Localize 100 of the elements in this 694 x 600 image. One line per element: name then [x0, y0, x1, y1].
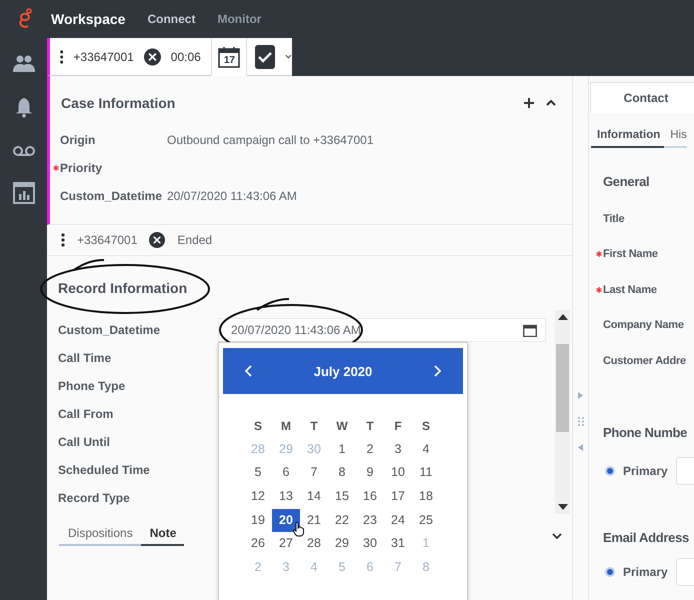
tab[interactable]: Information [591, 125, 664, 148]
hang-up-icon [149, 232, 166, 248]
calendar-day[interactable]: 1 [328, 438, 356, 461]
calendar-day[interactable]: 5 [244, 461, 272, 484]
field-label: Last Name [603, 284, 657, 296]
calendar-day[interactable]: 2 [356, 438, 384, 461]
field-label: Custom_Datetime [60, 189, 164, 203]
weekday-label: M [280, 418, 292, 435]
calendar-day[interactable]: 27 [272, 532, 300, 556]
calendar-day[interactable]: 28 [300, 532, 328, 556]
weekday-label: S [252, 418, 263, 435]
field-label: First Name [603, 248, 658, 260]
calendar-icon[interactable] [523, 324, 537, 336]
field-value: Outbound campaign call to +33647001 [167, 133, 374, 147]
calendar-day[interactable]: 23 [356, 508, 384, 532]
calendar-day[interactable]: 16 [356, 485, 384, 508]
calendar-day[interactable]: 10 [384, 461, 412, 484]
calendar-day[interactable]: 8 [328, 461, 356, 484]
calendar-day[interactable]: 14 [300, 485, 328, 508]
scrollbar[interactable] [555, 310, 570, 514]
calendar-day[interactable]: 25 [412, 508, 440, 532]
field-label: Title [603, 212, 624, 225]
calendar-day[interactable]: 11 [412, 461, 440, 484]
calendar-day[interactable]: 19 [244, 508, 272, 532]
phone-field[interactable] [676, 456, 694, 484]
scroll-down-icon[interactable] [558, 504, 568, 510]
caret-icon[interactable] [285, 54, 292, 59]
call-status: Ended [177, 233, 212, 247]
tab[interactable]: His [664, 125, 687, 148]
date-field[interactable]: 20/07/2020 11:43:06 AM [218, 318, 546, 342]
check-icon [258, 50, 272, 62]
field-label: Phone Type [58, 379, 126, 393]
calendar-day[interactable]: 3 [384, 438, 412, 461]
email-field[interactable] [676, 558, 694, 586]
logo-icon [17, 8, 33, 30]
calendar-day[interactable]: 31 [384, 532, 412, 556]
calendar-day[interactable]: 22 [328, 508, 356, 532]
month-title: July 2020 [314, 364, 372, 378]
field-label: Call Until [58, 435, 112, 449]
calendar-day[interactable]: 24 [384, 508, 412, 532]
calendar-day[interactable]: 13 [272, 485, 300, 508]
field-label: Company Name [603, 319, 684, 332]
nav-tab[interactable]: Connect [147, 12, 196, 26]
app-name: Workspace [51, 11, 126, 27]
calendar-day[interactable]: 29 [328, 532, 356, 556]
field-label: Call From [58, 407, 114, 421]
more-icon[interactable] [61, 233, 65, 247]
section-title: General [603, 174, 650, 189]
calendar-day[interactable]: 30 [356, 532, 384, 556]
field-label: Call Time [58, 351, 112, 365]
section-title: Record Information [58, 280, 188, 296]
report-icon[interactable] [12, 182, 34, 204]
field-label: Origin [60, 133, 96, 147]
previous-month-icon[interactable] [245, 365, 252, 377]
calendar-day[interactable]: 15 [328, 485, 356, 508]
scroll-up-icon[interactable] [558, 314, 568, 320]
add-icon[interactable] [524, 98, 534, 108]
contact-tab[interactable]: Contact [590, 82, 694, 113]
tab[interactable]: Note [140, 522, 184, 546]
call-number: +33647001 [73, 50, 134, 64]
nav-tab[interactable]: Monitor [217, 12, 262, 26]
tab[interactable]: Dispositions [59, 522, 141, 546]
done-button[interactable] [254, 44, 276, 68]
field-label: Customer Addre [603, 354, 686, 367]
schedule-button[interactable]: 17 [210, 38, 247, 76]
voicemail-icon[interactable] [12, 145, 36, 157]
chevron-down-icon[interactable] [552, 533, 562, 539]
calendar-icon [218, 46, 240, 68]
drag-handle-icon[interactable] [578, 417, 584, 426]
calendar-day[interactable]: 7 [300, 461, 328, 484]
radio-label: Primary [623, 564, 668, 578]
call-number: +33647001 [77, 233, 138, 247]
collapse-icon[interactable] [546, 100, 556, 106]
calendar-day[interactable]: 18 [412, 485, 440, 508]
section-title: Phone Numbe [603, 424, 688, 440]
calendar-day[interactable]: 4 [412, 438, 440, 461]
weekday-label: F [393, 418, 403, 435]
weekday-label: W [335, 418, 349, 435]
weekday-label: T [365, 418, 375, 435]
radio-label: Primary [623, 464, 668, 478]
weekday-label: S [420, 418, 431, 435]
next-month-icon[interactable] [434, 365, 441, 377]
field-label: Record Type [58, 491, 131, 505]
calendar-day[interactable]: 9 [356, 461, 384, 484]
more-icon[interactable] [60, 48, 64, 64]
hang-up-icon[interactable] [144, 46, 161, 66]
field-label: Custom_Datetime [58, 323, 162, 337]
field-value: 20/07/2020 11:43:06 AM [167, 189, 297, 203]
calendar-day[interactable]: 6 [272, 461, 300, 484]
section-title: Email Address [603, 530, 690, 544]
section-title: Case Information [61, 95, 176, 111]
weekday-label: T [309, 418, 319, 435]
calendar-day[interactable]: 26 [244, 532, 272, 556]
calendar-day[interactable]: 12 [244, 485, 272, 508]
radio-button[interactable] [605, 466, 615, 476]
field-label: Priority [60, 161, 104, 175]
hand-cursor-icon [293, 521, 305, 537]
field-label: Scheduled Time [58, 463, 151, 477]
radio-button[interactable] [605, 566, 615, 576]
calendar-day[interactable]: 17 [384, 485, 412, 508]
